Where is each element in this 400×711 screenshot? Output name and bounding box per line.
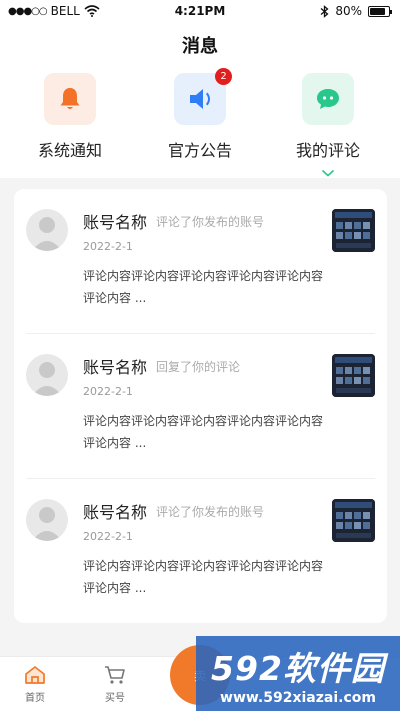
category-system-notice[interactable]: 系统通知	[15, 73, 125, 161]
user-silhouette-icon	[32, 362, 62, 396]
avatar[interactable]	[26, 354, 68, 396]
battery-icon	[368, 5, 392, 17]
account-thumbnail[interactable]	[332, 499, 375, 542]
battery-percent: 80%	[335, 4, 362, 18]
category-icon-tile: 2	[174, 68, 232, 125]
watermark-brand: 592软件园	[211, 649, 385, 688]
cart-icon	[105, 666, 125, 684]
comment-text: 评论内容评论内容评论内容评论内容评论内容评论内容 ...	[83, 414, 324, 450]
user-silhouette-icon	[32, 507, 62, 541]
account-name[interactable]: 账号名称	[83, 354, 147, 378]
comment-item[interactable]: 账号名称 评论了你发布的账号 2022-2-1 评论内容评论内容评论内容评论内容…	[14, 189, 387, 334]
category-label: 系统通知	[37, 141, 102, 160]
avatar[interactable]	[26, 209, 68, 251]
chat-bubble-icon	[317, 89, 339, 109]
account-name[interactable]: 账号名称	[83, 499, 147, 523]
page-title: 消息	[182, 36, 218, 57]
tab-label: 买号	[105, 693, 125, 704]
comment-date: 2022-2-1	[83, 385, 133, 398]
tab-buy[interactable]: 买号	[80, 665, 150, 704]
comment-date: 2022-2-1	[83, 530, 133, 543]
comment-text: 评论内容评论内容评论内容评论内容评论内容评论内容 ...	[83, 559, 324, 595]
comment-item[interactable]: 账号名称 回复了你的评论 2022-2-1 评论内容评论内容评论内容评论内容评论…	[14, 334, 387, 479]
category-label: 官方公告	[167, 141, 232, 160]
comment-action: 评论了你发布的账号	[156, 505, 265, 519]
watermark-url: www.592xiazai.com	[220, 690, 376, 706]
status-bar: ●●●○○ BELL 4:21PM 80%	[0, 0, 400, 22]
bluetooth-icon	[320, 4, 329, 18]
avatar[interactable]	[26, 499, 68, 541]
tab-label: 首页	[25, 693, 45, 704]
category-label: 我的评论	[295, 141, 360, 160]
category-official-announcement[interactable]: 2 官方公告	[145, 68, 255, 161]
watermark-overlay: 592软件园 www.592xiazai.com	[196, 636, 400, 711]
account-name[interactable]: 账号名称	[83, 209, 147, 233]
comment-item[interactable]: 账号名称 评论了你发布的账号 2022-2-1 评论内容评论内容评论内容评论内容…	[14, 479, 387, 624]
comment-action: 评论了你发布的账号	[156, 215, 265, 229]
comment-date: 2022-2-1	[83, 240, 133, 253]
speaker-icon	[190, 89, 210, 109]
bell-icon	[60, 88, 80, 109]
category-icon-tile	[44, 73, 96, 125]
category-row: 系统通知 2 官方公告 我的评论	[0, 68, 400, 163]
home-icon	[25, 666, 45, 684]
comment-action: 回复了你的评论	[156, 360, 241, 374]
header-area: ●●●○○ BELL 4:21PM 80% 消息 系统通知 2 官方公告 我的评…	[0, 0, 400, 178]
chevron-down-icon	[321, 169, 335, 177]
category-icon-tile	[302, 73, 354, 125]
unread-badge: 2	[215, 68, 232, 85]
battery-fill	[370, 7, 385, 15]
game-screenshot-image	[332, 209, 375, 252]
comment-text: 评论内容评论内容评论内容评论内容评论内容评论内容 ...	[83, 269, 324, 305]
user-silhouette-icon	[32, 217, 62, 251]
game-screenshot-image	[332, 499, 375, 542]
category-my-comments[interactable]: 我的评论	[273, 73, 383, 161]
comment-list: 账号名称 评论了你发布的账号 2022-2-1 评论内容评论内容评论内容评论内容…	[14, 189, 387, 623]
account-thumbnail[interactable]	[332, 209, 375, 252]
game-screenshot-image	[332, 354, 375, 397]
account-thumbnail[interactable]	[332, 354, 375, 397]
tab-home[interactable]: 首页	[0, 665, 70, 704]
